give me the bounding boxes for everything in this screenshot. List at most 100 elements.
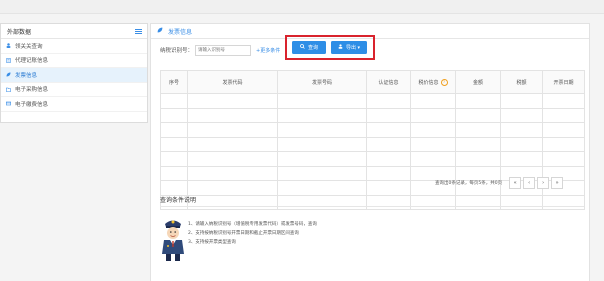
table-cell (366, 180, 411, 196)
table-cell (455, 93, 501, 109)
table-cell (500, 107, 543, 123)
leaf-icon (6, 72, 11, 77)
user-icon (338, 44, 343, 51)
table-cell (187, 122, 278, 138)
table-row (160, 151, 585, 167)
document-icon (6, 57, 11, 63)
table-cell (455, 107, 501, 123)
table-cell (410, 93, 456, 109)
table-cell (160, 122, 188, 138)
table-cell (455, 151, 501, 167)
table-row (160, 107, 585, 123)
next-page-button[interactable]: › (537, 177, 550, 189)
sidebar: 外部数据 领关关查询 代理记账信息 发票信息 电子采购信息 电子缴费信息 (0, 23, 148, 123)
column-header: 序号 (160, 70, 188, 94)
query-button[interactable]: 查询 (292, 41, 326, 54)
table-cell (160, 180, 188, 196)
table-cell (277, 136, 367, 152)
table-cell (366, 151, 411, 167)
table-row (160, 93, 585, 109)
prev-page-button[interactable]: ‹ (523, 177, 536, 189)
search-icon (300, 44, 305, 51)
folder-icon (5, 87, 12, 92)
table-header-row: 序号 发票代码 发票号码 认证信息 税价信息? 金额 税额 开票日期 (160, 70, 585, 94)
table-cell (187, 136, 278, 152)
explanation-title: 查询条件说明 (160, 197, 197, 204)
table-cell (455, 194, 501, 210)
table-cell (542, 136, 585, 152)
last-page-button[interactable]: » (551, 177, 564, 189)
search-row: 纳税识别号： +更多条件 (160, 43, 280, 57)
column-header: 发票号码 (277, 70, 367, 94)
table-cell (500, 151, 543, 167)
sidebar-item-label: 代理记账信息 (15, 58, 49, 65)
explanation-list: 1、请输入纳税识别号（增值税专用发票代码）或发票号码，查询 2、支持按纳税识别号… (188, 220, 317, 247)
column-header: 认证信息 (366, 70, 411, 94)
table-cell (277, 122, 367, 138)
table-cell (366, 107, 411, 123)
top-bar (0, 0, 604, 14)
table-cell (160, 151, 188, 167)
table-cell (366, 194, 411, 210)
table-row (160, 136, 585, 152)
export-button[interactable]: 导出 ▾ (331, 41, 367, 54)
list-item: 3、支持按开票类型查询 (188, 240, 236, 245)
table-cell (366, 165, 411, 181)
column-header-with-help: 税价信息? (410, 70, 456, 94)
table-cell (542, 122, 585, 138)
pagination-info: 查询出0条记录，每页5条，共0页 (435, 181, 503, 186)
sidebar-item-label: 领关关查询 (15, 43, 43, 50)
column-header: 金额 (455, 70, 501, 94)
column-header: 发票代码 (187, 70, 278, 94)
table-cell (366, 93, 411, 109)
query-button-label: 查询 (307, 45, 318, 51)
table-cell (500, 122, 543, 138)
card-icon (5, 101, 12, 106)
first-page-button[interactable]: « (509, 177, 522, 189)
menu-icon[interactable] (135, 28, 142, 35)
pagination: 查询出0条记录，每页5条，共0页 « ‹ › » (435, 177, 564, 189)
table-cell (160, 136, 188, 152)
sidebar-item-label: 发票信息 (15, 72, 38, 79)
table-cell (187, 151, 278, 167)
table-cell (455, 136, 501, 152)
sidebar-title: 外部数据 (7, 28, 32, 36)
invoice-table: 序号 发票代码 发票号码 认证信息 税价信息? 金额 税额 开票日期 (160, 70, 585, 210)
list-item: 2、支持按纳税识别号开票日期和截止开票日期区间查询 (188, 231, 299, 236)
sidebar-item-label: 电子缴费信息 (15, 101, 49, 108)
table-cell (410, 136, 456, 152)
table-cell (410, 151, 456, 167)
table-cell (500, 136, 543, 152)
help-icon[interactable]: ? (440, 78, 448, 86)
table-cell (410, 107, 456, 123)
table-cell (410, 194, 456, 210)
table-cell (366, 122, 411, 138)
sidebar-item-lingguan[interactable]: 领关关查询 (1, 39, 147, 54)
table-cell (160, 107, 188, 123)
table-cell (542, 107, 585, 123)
table-cell (500, 93, 543, 109)
list-item: 1、请输入纳税识别号（增值税专用发票代码）或发票号码，查询 (188, 222, 317, 227)
table-cell (277, 93, 367, 109)
taxpayer-id-input[interactable] (195, 44, 252, 56)
table-cell (187, 180, 278, 196)
table-cell (366, 136, 411, 152)
table-row (160, 194, 585, 210)
page-title: 发票信息 (168, 28, 193, 36)
sidebar-item-label: 电子采购信息 (15, 87, 49, 94)
column-header: 开票日期 (542, 70, 585, 94)
table-cell (542, 93, 585, 109)
table-cell (542, 194, 585, 210)
more-conditions-link[interactable]: +更多条件 (256, 47, 280, 54)
table-cell (160, 165, 188, 181)
table-cell (277, 165, 367, 181)
table-cell (277, 194, 367, 210)
sidebar-item-procurement[interactable]: 电子采购信息 (1, 83, 147, 97)
sidebar-item-payment[interactable]: 电子缴费信息 (1, 97, 147, 112)
table-cell (187, 93, 278, 109)
police-officer-illustration (160, 216, 186, 262)
sidebar-item-bookkeeping[interactable]: 代理记账信息 (1, 54, 147, 68)
column-header: 税价信息 (418, 79, 439, 86)
table-cell (277, 151, 367, 167)
sidebar-item-invoice[interactable]: 发票信息 (1, 68, 147, 83)
